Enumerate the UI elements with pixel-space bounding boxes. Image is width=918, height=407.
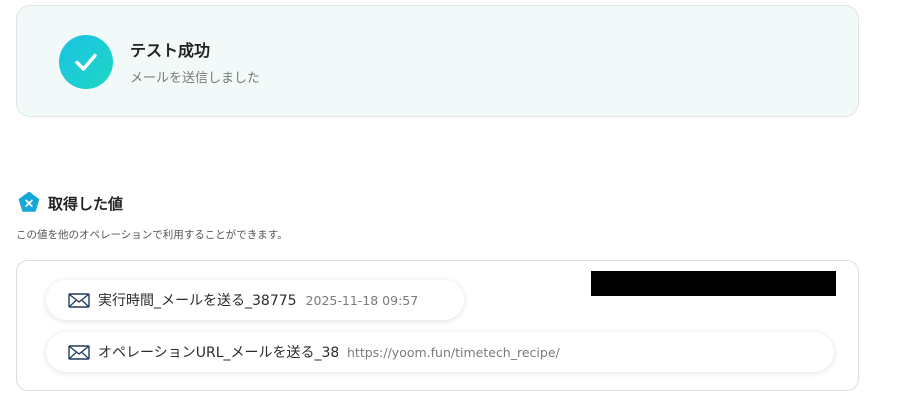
values-box: 実行時間_メールを送る_38775 2025-11-18 09:57 オペレーシ… — [16, 260, 859, 391]
section-title: 取得した値 — [48, 195, 124, 213]
success-message: メールを送信しました — [130, 71, 261, 86]
check-circle-icon — [59, 35, 113, 89]
value-text: 2025-11-18 09:57 — [305, 292, 419, 308]
yoom-pentagon-icon — [18, 191, 40, 213]
mail-icon — [68, 344, 90, 360]
value-text: https://yoom.fun/timetech_recipe/ — [347, 344, 560, 360]
section-description: この値を他のオペレーションで利用することができます。 — [16, 229, 288, 241]
success-card: テスト成功 メールを送信しました — [16, 5, 859, 117]
value-label: 実行時間_メールを送る_38775 — [98, 293, 297, 309]
value-chip-operation-url[interactable]: オペレーションURL_メールを送る_38775 https://yoom.fun… — [46, 332, 834, 372]
success-title: テスト成功 — [130, 41, 211, 60]
redaction-block — [591, 271, 836, 296]
value-label: オペレーションURL_メールを送る_38775 — [98, 345, 338, 361]
value-chip-execution-time[interactable]: 実行時間_メールを送る_38775 2025-11-18 09:57 — [46, 280, 464, 320]
mail-icon — [68, 292, 90, 308]
page: テスト成功 メールを送信しました 取得した値 この値を他のオペレーションで利用す… — [0, 0, 918, 407]
